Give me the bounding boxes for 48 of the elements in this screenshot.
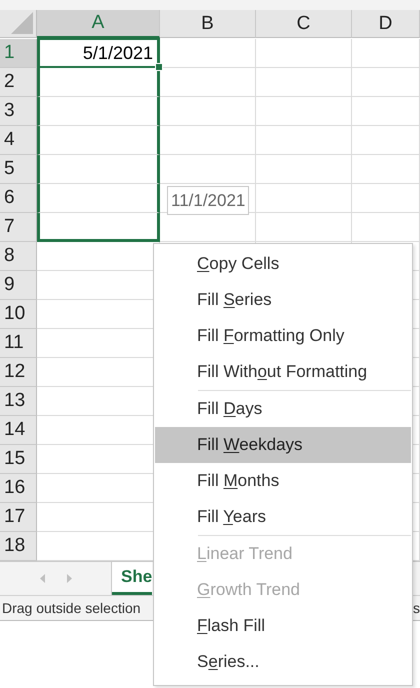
fill-handle[interactable]: [155, 63, 163, 71]
row-header[interactable]: 13: [0, 387, 37, 416]
row-header[interactable]: 15: [0, 445, 37, 474]
row-header[interactable]: 4: [0, 126, 37, 155]
row-header[interactable]: 6: [0, 184, 37, 213]
column-header[interactable]: B: [160, 10, 256, 38]
table-cell[interactable]: [37, 155, 160, 184]
row-header[interactable]: 5: [0, 155, 37, 184]
menu-item[interactable]: Series...: [155, 644, 411, 680]
row-header[interactable]: 8: [0, 242, 37, 271]
menu-item[interactable]: Flash Fill: [155, 608, 411, 644]
table-cell[interactable]: 5/1/2021: [37, 38, 160, 68]
table-cell[interactable]: [37, 213, 160, 242]
table-cell[interactable]: [37, 184, 160, 213]
select-all-corner[interactable]: [0, 10, 37, 38]
row-header[interactable]: 9: [0, 271, 37, 300]
column-header[interactable]: D: [352, 10, 420, 38]
row-header[interactable]: 16: [0, 474, 37, 503]
column-header[interactable]: A: [37, 10, 160, 38]
row-header[interactable]: 17: [0, 503, 37, 532]
scroll-right-icon[interactable]: [66, 574, 72, 583]
menu-item[interactable]: Fill Years: [155, 499, 411, 535]
row-header[interactable]: 18: [0, 532, 37, 561]
row-header[interactable]: 14: [0, 416, 37, 445]
row-header[interactable]: 11: [0, 329, 37, 358]
fill-preview-tooltip: 11/1/2021: [167, 186, 250, 215]
row-header[interactable]: 2: [0, 68, 37, 97]
table-cell[interactable]: [37, 97, 160, 126]
row-header[interactable]: 1: [0, 39, 37, 68]
table-cell[interactable]: [37, 126, 160, 155]
status-text: s: [413, 600, 420, 616]
row-header[interactable]: 7: [0, 213, 37, 242]
menu-item[interactable]: Fill Series: [155, 282, 411, 318]
status-text: Drag outside selection: [2, 600, 141, 616]
menu-item[interactable]: Fill Months: [155, 463, 411, 499]
row-header[interactable]: 12: [0, 358, 37, 387]
row-header[interactable]: 10: [0, 300, 37, 329]
sheet-tab[interactable]: She: [112, 562, 152, 595]
menu-item[interactable]: Fill Without Formatting: [155, 354, 411, 390]
row-header[interactable]: 3: [0, 97, 37, 126]
menu-item[interactable]: Fill Formatting Only: [155, 318, 411, 354]
table-cell[interactable]: [37, 68, 160, 97]
triangle-icon: [11, 12, 33, 34]
menu-item[interactable]: Fill Days: [155, 391, 411, 427]
menu-item[interactable]: Fill Weekdays: [155, 427, 411, 463]
column-header[interactable]: C: [256, 10, 352, 38]
menu-item[interactable]: Copy Cells: [155, 246, 411, 282]
scroll-left-icon[interactable]: [40, 574, 44, 583]
